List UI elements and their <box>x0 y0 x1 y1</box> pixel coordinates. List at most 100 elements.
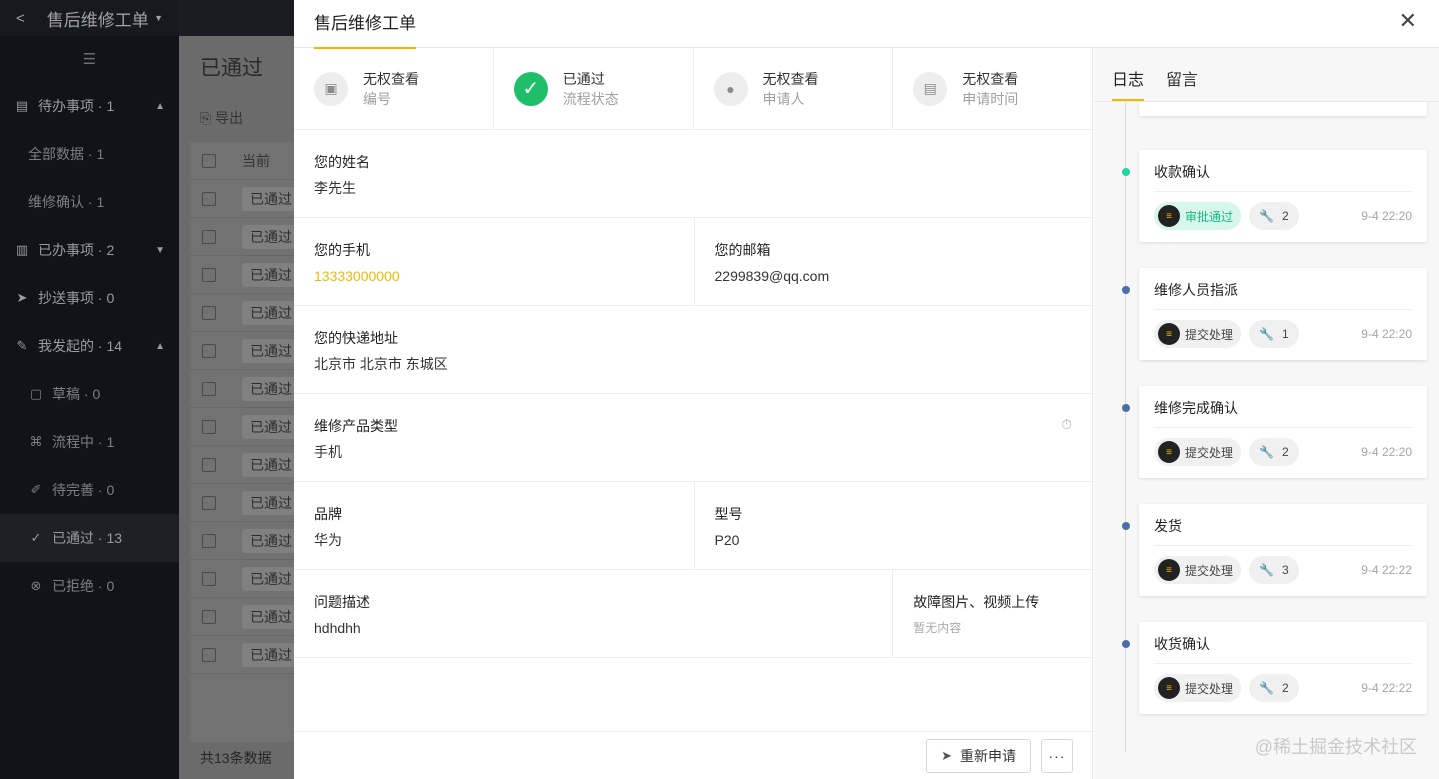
checkbox[interactable] <box>202 267 216 282</box>
count-value: 2 <box>1281 209 1289 223</box>
status-tag: 已通过 <box>242 186 300 211</box>
checkbox[interactable] <box>202 457 216 472</box>
summary-label: 申请人 <box>762 90 805 107</box>
nav-item-draft[interactable]: ▢ 草稿 · 0 <box>0 370 179 418</box>
status-label: 审批通过 <box>1185 209 1234 224</box>
table-row[interactable]: 已通过 <box>190 370 300 408</box>
log-time: 9-4 22:20 <box>1361 209 1412 223</box>
tab-message[interactable]: 留言 <box>1166 48 1198 101</box>
field-brand: 品牌 华为 <box>294 482 694 569</box>
checkbox[interactable] <box>202 533 216 548</box>
checkbox[interactable] <box>202 419 216 434</box>
edit-icon: ✎ <box>16 338 28 353</box>
table-row[interactable]: 已通过 <box>190 332 300 370</box>
status-tag: 已通过 <box>242 528 300 553</box>
count-chip: 🔧 2 <box>1249 202 1299 230</box>
timer-icon[interactable]: ⏱ <box>1061 416 1072 433</box>
field-phone: 您的手机 13333000000 <box>294 218 694 305</box>
table-row[interactable]: 已通过 <box>190 598 300 636</box>
status-tag: 已通过 <box>242 566 300 591</box>
checkbox[interactable] <box>202 647 216 662</box>
log-card: 维修人员指派 ≡ 提交处理 🔧 1 9-4 22:20 <box>1122 268 1427 360</box>
summary-value: 无权查看 <box>762 70 819 87</box>
summary-value: 无权查看 <box>962 70 1019 87</box>
summary-value: 已通过 <box>562 70 605 87</box>
table-row[interactable]: 已通过 <box>190 294 300 332</box>
summary-applicant: ● 无权查看 申请人 <box>694 48 894 129</box>
log-card: 维修完成确认 ≡ 提交处理 🔧 2 9-4 22:20 <box>1122 386 1427 478</box>
summary-label: 申请时间 <box>962 90 1019 107</box>
reapply-button[interactable]: ➤ 重新申请 <box>926 738 1031 773</box>
checkbox[interactable] <box>202 381 216 396</box>
wrench-icon: 🔧 <box>1259 327 1274 341</box>
table-row[interactable]: 已通过 <box>190 408 300 446</box>
avatar: ≡ <box>1158 323 1180 345</box>
table-row[interactable]: 已通过 <box>190 560 300 598</box>
back-icon[interactable]: < <box>16 10 25 27</box>
todo-icon: ▤ <box>15 98 29 113</box>
tab-log[interactable]: 日志 <box>1112 48 1145 101</box>
table-row[interactable]: 已通过 <box>190 180 300 218</box>
phone-link[interactable]: 13333000000 <box>314 266 674 286</box>
checkbox[interactable] <box>202 153 216 168</box>
field-row: 您的快递地址 北京市 北京市 东城区 <box>294 306 1092 394</box>
nav-item-rejected[interactable]: ⊗ 已拒绝 · 0 <box>0 562 179 610</box>
nav-item-label: 已拒绝 · 0 <box>52 578 115 594</box>
checkbox[interactable] <box>202 495 216 510</box>
close-icon[interactable]: ✕ <box>1399 8 1417 34</box>
table-row[interactable]: 已通过 <box>190 484 300 522</box>
table-row[interactable]: 已通过 <box>190 446 300 484</box>
wrench-icon: 🔧 <box>1259 445 1274 459</box>
table-row[interactable]: 已通过 <box>190 218 300 256</box>
checkbox[interactable] <box>202 343 216 358</box>
count-value: 1 <box>1281 327 1289 341</box>
menu-toggle-icon[interactable]: ☰ <box>0 36 179 82</box>
field-model: 型号 P20 <box>693 482 1093 569</box>
log-title: 维修人员指派 <box>1154 268 1412 310</box>
nav-item-to-complete[interactable]: ✐ 待完善 · 0 <box>0 466 179 514</box>
table-row[interactable]: 已通过 <box>190 636 300 674</box>
drawer-header: 售后维修工单 ✕ <box>294 0 1439 49</box>
checkbox[interactable] <box>202 191 216 206</box>
nav-item-approved[interactable]: ✓ 已通过 · 13 <box>0 514 179 562</box>
nav-item-in-progress[interactable]: ⌘ 流程中 · 1 <box>0 418 179 466</box>
log-card: 发货 ≡ 提交处理 🔧 3 9-4 22:22 <box>1122 504 1427 596</box>
count-chip: 🔧 3 <box>1249 556 1299 584</box>
field-label: 型号 <box>714 506 743 522</box>
status-tag: 已通过 <box>242 376 300 401</box>
status-chip: ≡ 提交处理 <box>1154 320 1242 348</box>
column-header: 当前 <box>242 152 270 169</box>
nav-item-all-data[interactable]: 全部数据 · 1 <box>0 130 179 178</box>
checkbox[interactable] <box>202 609 216 624</box>
export-label: 导出 <box>215 110 244 126</box>
table-row[interactable]: 已通过 <box>190 522 300 560</box>
field-row: 维修产品类型 手机 ⏱ <box>294 394 1092 482</box>
field-label: 维修产品类型 <box>314 418 398 434</box>
nav-group-done[interactable]: ▥ 已办事项 · 2 ▼ <box>0 226 179 274</box>
count-chip: 🔧 1 <box>1249 320 1299 348</box>
table-footer-count: 共13条数据 <box>200 750 272 766</box>
status-tag: 已通过 <box>242 414 300 439</box>
checkbox[interactable] <box>202 571 216 586</box>
reapply-label: 重新申请 <box>960 747 1016 764</box>
checkbox[interactable] <box>202 305 216 320</box>
nav-group-label: 我发起的 · 14 <box>38 338 123 354</box>
export-button[interactable]: ⎘ 导出 <box>200 108 243 128</box>
nav-group-mine[interactable]: ✎ 我发起的 · 14 ▲ <box>0 322 179 370</box>
log-time: 9-4 22:22 <box>1361 563 1412 577</box>
nav-group-todo[interactable]: ▤ 待办事项 · 1 ▲ <box>0 82 179 130</box>
status-label: 提交处理 <box>1185 445 1234 460</box>
caret-down-icon[interactable]: ▼ <box>154 13 163 23</box>
checkbox[interactable] <box>202 229 216 244</box>
more-button[interactable]: ··· <box>1041 738 1073 773</box>
nav-group-label: 已办事项 · 2 <box>38 242 115 258</box>
field-value: 华为 <box>314 532 342 548</box>
nav-group-cc[interactable]: ➤ 抄送事项 · 0 <box>0 274 179 322</box>
log-title: 收款确认 <box>1154 150 1412 192</box>
table-row[interactable]: 已通过 <box>190 256 300 294</box>
avatar: ≡ <box>1158 205 1180 227</box>
field-label: 您的手机 <box>314 242 370 258</box>
status-label: 提交处理 <box>1185 563 1234 578</box>
log-title: 发货 <box>1154 504 1412 546</box>
nav-item-repair-confirm[interactable]: 维修确认 · 1 <box>0 178 179 226</box>
